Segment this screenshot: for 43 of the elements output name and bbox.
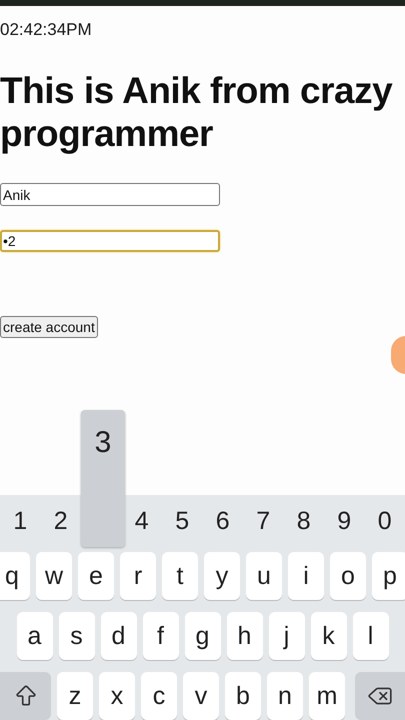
keyboard-key[interactable]: a — [16, 612, 52, 660]
keyboard-key[interactable]: s — [58, 612, 94, 660]
keyboard-key[interactable]: m — [309, 672, 345, 720]
keyboard-key[interactable]: x — [99, 672, 135, 720]
key-preview: 3 — [81, 410, 125, 546]
keyboard-key[interactable]: p — [372, 552, 405, 600]
keyboard-key[interactable]: g — [184, 612, 220, 660]
shift-key[interactable] — [0, 672, 51, 720]
keyboard-key[interactable]: u — [246, 552, 282, 600]
create-account-button[interactable]: create account — [0, 316, 98, 338]
number-key[interactable]: 0 — [378, 506, 392, 536]
keyboard-key[interactable]: c — [141, 672, 177, 720]
number-key[interactable]: 8 — [296, 506, 311, 536]
number-key[interactable]: 7 — [256, 506, 270, 536]
keyboard-key[interactable]: v — [183, 672, 219, 720]
keyboard-key[interactable]: q — [0, 552, 30, 600]
keyboard-key[interactable]: b — [225, 672, 261, 720]
keyboard-key[interactable]: o — [330, 552, 366, 600]
keyboard-key[interactable]: l — [352, 612, 388, 660]
heading: This is Anik from crazy programmer — [0, 69, 394, 155]
number-key[interactable]: 9 — [337, 506, 352, 536]
backspace-key[interactable] — [355, 672, 405, 720]
keyboard-key[interactable]: j — [268, 612, 304, 660]
keyboard-key[interactable]: r — [120, 552, 156, 600]
keyboard-key[interactable]: e — [78, 552, 114, 600]
keyboard-key[interactable]: h — [226, 612, 262, 660]
number-key[interactable]: 6 — [216, 506, 230, 536]
number-key[interactable]: 2 — [54, 506, 68, 536]
number-key[interactable]: 1 — [13, 506, 28, 536]
number-key[interactable]: 4 — [134, 506, 149, 536]
keyboard-key[interactable]: n — [267, 672, 303, 720]
keyboard-key[interactable]: t — [162, 552, 198, 600]
text-field[interactable]: •2 — [0, 230, 220, 252]
number-key[interactable]: 5 — [175, 506, 190, 536]
keyboard-key[interactable]: k — [310, 612, 346, 660]
keyboard-key[interactable]: f — [142, 612, 178, 660]
keyboard-key[interactable]: w — [36, 552, 72, 600]
keyboard-key[interactable]: i — [288, 552, 324, 600]
keyboard-key[interactable]: z — [57, 672, 93, 720]
text-field[interactable]: Anik — [0, 183, 220, 206]
keyboard-key[interactable]: y — [204, 552, 240, 600]
clock-text: 02:42:34PM — [0, 20, 93, 40]
keyboard-key[interactable]: d — [100, 612, 136, 660]
